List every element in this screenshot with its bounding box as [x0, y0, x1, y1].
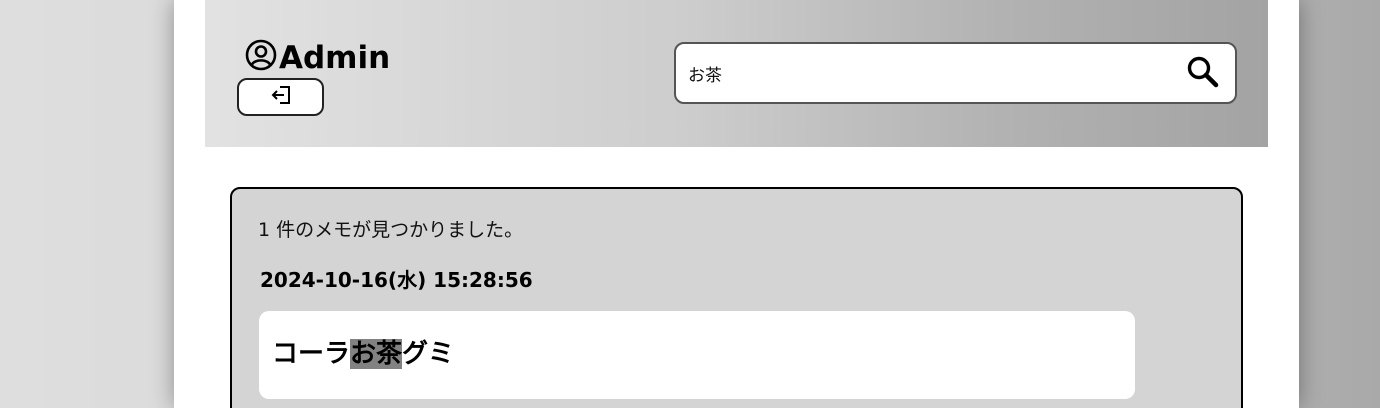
search-box — [674, 42, 1237, 104]
user-info: Admin — [245, 32, 390, 78]
logout-button[interactable] — [237, 78, 324, 116]
header: Admin — [205, 0, 1268, 147]
user-circle-icon — [245, 39, 277, 71]
memo-text: コーラお茶グミ — [272, 335, 454, 373]
result-count: 1 件のメモが見つかりました。 — [258, 219, 524, 241]
memo-search-highlight: お茶 — [350, 339, 403, 369]
memo-date: 2024-10-16(水) 15:28:56 — [260, 268, 533, 292]
search-results: 1 件のメモが見つかりました。 2024-10-16(水) 15:28:56 コ… — [230, 187, 1243, 408]
search-input[interactable] — [688, 58, 1168, 88]
search-button[interactable] — [1185, 55, 1221, 91]
search-icon — [1186, 55, 1220, 92]
logout-icon — [270, 84, 292, 110]
memo-text-before: コーラ — [272, 339, 351, 369]
memo-card[interactable]: コーラお茶グミ — [259, 311, 1135, 399]
username: Admin — [279, 40, 391, 76]
page-container: Admin 1 件の — [174, 0, 1299, 408]
memo-text-after: グミ — [402, 339, 455, 369]
